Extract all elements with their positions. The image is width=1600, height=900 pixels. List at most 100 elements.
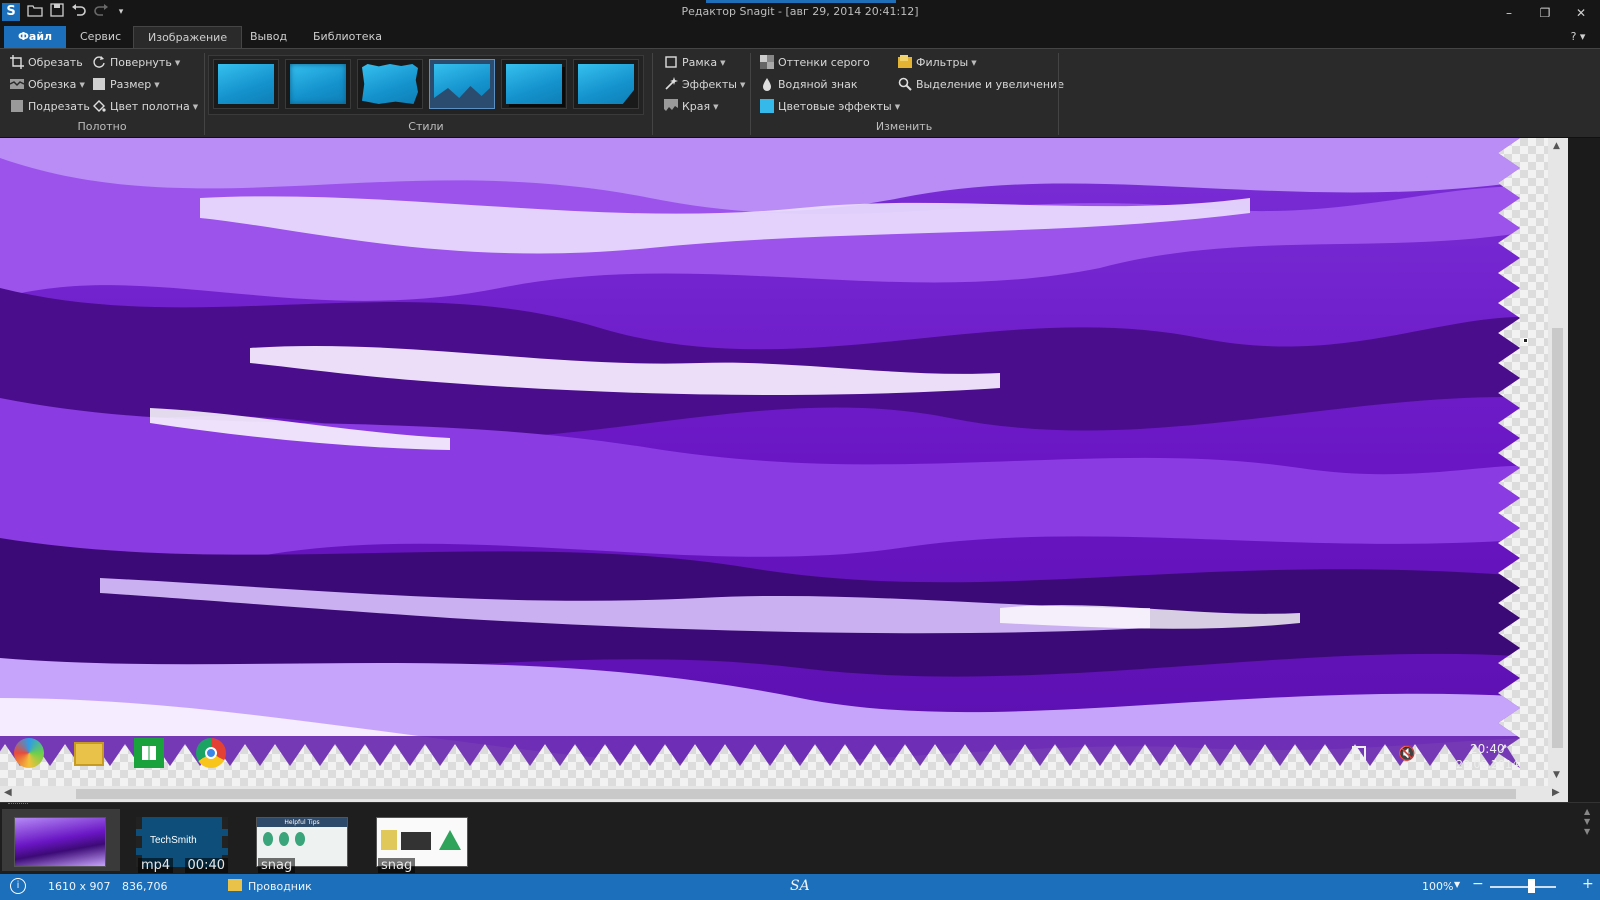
filters-button[interactable]: Фильтры ▼ [898,54,977,72]
filters-label: Фильтры [916,56,969,69]
restore-icon[interactable]: ❐ [1530,3,1560,23]
zoom-slider-thumb[interactable] [1528,879,1535,893]
crop-icon [10,55,24,69]
techsmith-logo: TechSmith [150,835,197,846]
tab-library[interactable]: Библиотека [299,26,396,48]
modify-group-label: Изменить [875,120,933,133]
color-effects-icon [760,99,774,113]
resize-button[interactable]: Размер ▼ [92,76,160,94]
droplet-icon [763,78,771,91]
taskbar-date: 29.08.2014 [1456,758,1519,771]
color-effects-button[interactable]: Цветовые эффекты ▼ [760,98,900,116]
resize-handle[interactable] [1523,338,1528,343]
spotlight-magnify-button[interactable]: Выделение и увеличение [898,76,1064,94]
rotate-button[interactable]: Повернуть ▼ [92,54,180,72]
zoom-level[interactable]: 100% [1422,880,1453,893]
info-icon[interactable]: i [10,878,26,894]
horizontal-scroll-thumb[interactable] [76,789,1516,799]
horizontal-scrollbar[interactable]: ◀ ▶ [0,786,1568,802]
scroll-up-icon[interactable]: ▲ [1553,141,1560,151]
tray-item[interactable]: snag [376,817,468,873]
chevron-down-icon: ▼ [174,59,181,67]
crop-button[interactable]: Обрезать [10,54,83,72]
paint-bucket-icon [93,100,106,112]
cut-out-icon [10,79,24,89]
styles-group-label: Стили [408,120,444,133]
border-label: Рамка [682,56,718,69]
chevron-down-icon: ▼ [971,59,977,67]
magnifier-icon [898,77,912,91]
trim-icon [11,100,23,112]
border-button[interactable]: Рамка ▼ [664,54,725,72]
help-icon[interactable]: ? ▾ [1558,27,1598,47]
canvas-color-label: Цвет полотна [110,100,190,113]
volume-muted-icon: 🔇 [1398,746,1416,762]
image-canvas[interactable]: 🔇 20:40 29.08.2014 [0,138,1548,786]
cursor-position: 836,706 [122,880,168,893]
vertical-scroll-thumb[interactable] [1552,328,1563,748]
edges-icon [664,99,678,111]
zoom-in-icon[interactable]: + [1582,876,1594,892]
image-dimensions: 1610 x 907 [48,880,111,893]
tray-item-duration: 00:40 [184,858,228,873]
zoom-slider-track[interactable] [1490,886,1556,888]
canvas-color-button[interactable]: Цвет полотна ▼ [92,98,198,116]
grayscale-icon [760,55,774,69]
border-icon [665,56,677,68]
tray-scroll-icons[interactable]: ▲ ▼ ▼ [1584,807,1590,837]
store-icon [134,738,164,768]
close-icon[interactable]: ✕ [1566,3,1596,23]
tab-file[interactable]: Файл [4,26,67,48]
tray-item-type: snag [258,858,296,873]
zoom-out-icon[interactable]: − [1472,876,1484,892]
style-thumb-6[interactable] [573,59,639,109]
explorer-label[interactable]: Проводник [248,880,312,893]
tab-image[interactable]: Изображение [133,26,243,48]
trim-button[interactable]: Подрезать [10,98,90,116]
chevron-down-icon: ▼ [740,81,746,89]
grayscale-label: Оттенки серого [778,56,870,69]
tray-grip[interactable] [8,803,28,807]
folder-icon [74,742,104,766]
style-thumb-1[interactable] [213,59,279,109]
minimize-icon[interactable]: – [1494,3,1524,23]
edges-button[interactable]: Края ▼ [664,98,719,116]
tray-item[interactable] [14,817,106,867]
resize-label: Размер [110,78,152,91]
cut-out-button[interactable]: Обрезка ▼ [10,76,85,94]
tray-item-type: snag [378,858,416,873]
chevron-down-icon: ▼ [894,103,901,111]
scroll-left-icon[interactable]: ◀ [4,787,12,798]
zoom-dropdown-icon[interactable]: ▼ [1454,880,1460,889]
effects-button[interactable]: Эффекты ▼ [664,76,745,94]
tray-item[interactable]: TechSmith mp4 00:40 [136,817,228,873]
effects-label: Эффекты [682,78,737,91]
side-gutter [1568,138,1600,802]
folder-icon [228,879,242,891]
status-bar: i 1610 x 907 836,706 Проводник SA 100% ▼… [0,874,1600,900]
tab-tools[interactable]: Сервис [66,26,135,48]
style-thumb-3[interactable] [357,59,423,109]
divider [750,53,751,135]
style-thumb-4[interactable] [429,59,495,109]
grayscale-button[interactable]: Оттенки серого [760,54,870,72]
spotlight-label: Выделение и увеличение [916,78,1064,91]
divider [204,53,205,135]
resize-icon [93,78,105,90]
vertical-scrollbar[interactable]: ▲ ▼ [1548,138,1568,786]
signature-mark: SA [790,878,810,894]
style-thumb-2[interactable] [285,59,351,109]
tray-item[interactable]: Helpful Tips snag [256,817,348,873]
tab-output[interactable]: Вывод [236,26,301,48]
chevron-down-icon: ▼ [154,81,160,89]
watermark-label: Водяной знак [778,78,858,91]
capture-tray: TechSmith mp4 00:40 Helpful Tips snag sn… [0,802,1600,874]
tray-item-type: mp4 [138,858,174,873]
window-title: Редактор Snagit - [авг 29, 2014 20:41:12… [681,5,919,18]
crop-label: Обрезать [28,56,83,69]
title-accent [706,0,896,3]
style-thumb-5[interactable] [501,59,567,109]
watermark-button[interactable]: Водяной знак [760,76,858,94]
scroll-down-icon[interactable]: ▼ [1553,770,1560,780]
scroll-right-icon[interactable]: ▶ [1552,787,1560,798]
